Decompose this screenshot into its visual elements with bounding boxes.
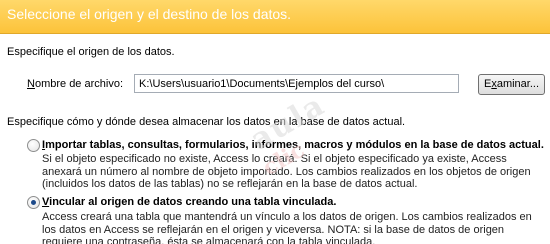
- wizard-header: Seleccione el origen y el destino de los…: [0, 0, 550, 34]
- link-radio[interactable]: [27, 196, 40, 209]
- import-option-title[interactable]: Importar tablas, consultas, formularios,…: [42, 139, 544, 151]
- wizard-title: Seleccione el origen y el destino de los…: [7, 6, 292, 22]
- radio-selected-dot: [31, 200, 36, 205]
- import-radio[interactable]: [27, 139, 40, 152]
- link-option-title[interactable]: Vincular al origen de datos creando una …: [42, 196, 336, 208]
- link-option-description: Access creará una tabla que mantendrá un…: [42, 211, 532, 244]
- source-section-label: Especifique el origen de los datos.: [7, 46, 175, 58]
- browse-button[interactable]: Examinar...: [478, 74, 545, 95]
- file-name-input[interactable]: [134, 74, 459, 93]
- import-option-description: Si el objeto especificado no existe, Acc…: [42, 153, 531, 190]
- file-name-label: Nombre de archivo:: [27, 78, 123, 90]
- storage-section-label: Especifique cómo y dónde desea almacenar…: [7, 116, 406, 128]
